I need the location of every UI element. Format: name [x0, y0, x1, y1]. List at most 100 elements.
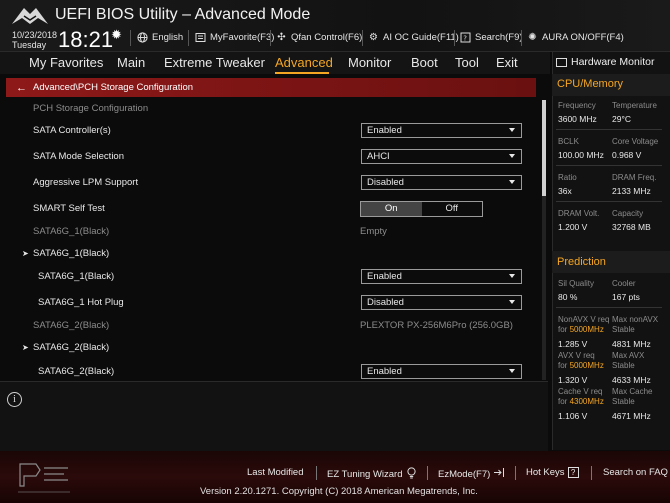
group-row-sata6g-2[interactable]: ➤ SATA6G_2(Black)	[0, 337, 540, 359]
scrollbar-thumb[interactable]	[542, 100, 546, 196]
sil-quality-label: Sil Quality	[558, 279, 595, 288]
tab-main[interactable]: Main	[117, 55, 145, 70]
last-modified-button[interactable]: Last Modified	[247, 467, 304, 478]
footer-separator	[427, 466, 428, 480]
max-nonavx-value: 4831 MHz	[612, 339, 651, 349]
site-watermark-logo	[18, 463, 70, 493]
aura-icon: ✺	[528, 31, 537, 43]
tab-my-favorites[interactable]: My Favorites	[29, 55, 103, 70]
exit-arrow-icon	[493, 467, 505, 481]
cache-req-label: Cache V req for 4300MHz	[558, 387, 604, 406]
port-label: SATA6G_1(Black)	[33, 226, 110, 237]
capacity-value: 32768 MB	[612, 222, 651, 232]
ezmode-button[interactable]: EzMode(F7)	[438, 467, 505, 481]
hot-keys-button[interactable]: Hot Keys ?	[526, 467, 579, 478]
myfavorite-button[interactable]: MyFavorite(F3)	[195, 30, 274, 44]
max-avx-label: Max AVX Stable	[612, 351, 645, 370]
setting-row-sata-mode[interactable]: SATA Mode Selection AHCI	[0, 146, 540, 168]
toggle-on-option[interactable]: On	[361, 202, 422, 216]
toolbar-separator	[521, 30, 522, 46]
tab-monitor[interactable]: Monitor	[348, 55, 391, 70]
help-key-icon: ?	[567, 467, 579, 478]
setting-row-sata-controllers[interactable]: SATA Controller(s) Enabled	[0, 120, 540, 142]
setting-row-sata6g-1-port[interactable]: SATA6G_1(Black) Enabled	[0, 266, 540, 288]
svg-text:?: ?	[463, 34, 467, 42]
ai-oc-guide-label: AI OC Guide(F11)	[383, 31, 459, 43]
rog-logo-icon	[12, 8, 48, 24]
sata-controllers-select[interactable]: Enabled	[361, 123, 522, 138]
search-on-faq-button[interactable]: Search on FAQ	[603, 467, 668, 478]
info-icon: i	[7, 392, 22, 407]
setting-row-smart-self-test[interactable]: SMART Self Test On Off	[0, 198, 540, 220]
expand-arrow-icon[interactable]: ➤	[22, 249, 29, 258]
section-title: PCH Storage Configuration	[33, 103, 149, 114]
qfan-control-button[interactable]: ✣ Qfan Control(F6)	[276, 30, 362, 44]
sata-mode-select[interactable]: AHCI	[361, 149, 522, 164]
dram-freq-label: DRAM Freq.	[612, 173, 657, 182]
dram-volt-label: DRAM Volt.	[558, 209, 600, 218]
sata6g-2-port-select[interactable]: Enabled	[361, 364, 522, 379]
tab-boot[interactable]: Boot	[411, 55, 438, 70]
tab-extreme-tweaker[interactable]: Extreme Tweaker	[164, 55, 265, 70]
setting-label: SATA6G_1(Black)	[38, 271, 115, 282]
monitor-icon	[556, 57, 567, 67]
dropdown-caret-icon	[509, 154, 515, 158]
ratio-value: 36x	[558, 186, 572, 196]
hardware-monitor-title: Hardware Monitor	[556, 56, 654, 68]
setting-row-sata6g-1-hot-plug[interactable]: SATA6G_1 Hot Plug Disabled	[0, 292, 540, 314]
group-label: SATA6G_1(Black)	[33, 248, 110, 259]
app-title: UEFI BIOS Utility – Advanced Mode	[55, 6, 311, 23]
divider	[556, 307, 662, 308]
lightbulb-icon	[406, 467, 417, 482]
temperature-value: 29°C	[612, 114, 631, 124]
divider	[556, 129, 662, 130]
qfan-control-label: Qfan Control(F6)	[291, 31, 363, 43]
dropdown-caret-icon	[509, 274, 515, 278]
toolbar-separator	[270, 30, 271, 46]
group-row-sata6g-1[interactable]: ➤ SATA6G_1(Black)	[0, 243, 540, 265]
frequency-value: 3600 MHz	[558, 114, 597, 124]
setting-row-aggressive-lpm[interactable]: Aggressive LPM Support Disabled	[0, 172, 540, 194]
breadcrumb[interactable]: ← Advanced\PCH Storage Configuration	[6, 78, 536, 97]
search-icon: ?	[460, 32, 471, 43]
group-label: SATA6G_2(Black)	[33, 342, 110, 353]
expand-arrow-icon[interactable]: ➤	[22, 343, 29, 352]
max-cache-value: 4671 MHz	[612, 411, 651, 421]
footer-separator	[591, 466, 592, 480]
smart-self-test-toggle[interactable]: On Off	[360, 201, 483, 217]
back-arrow-icon[interactable]: ←	[16, 82, 27, 94]
aura-toggle-button[interactable]: ✺ AURA ON/OFF(F4)	[527, 30, 624, 44]
core-voltage-value: 0.968 V	[612, 150, 642, 160]
setting-label: Aggressive LPM Support	[33, 177, 139, 188]
cache-req-value: 1.106 V	[558, 411, 588, 421]
fan-icon: ✣	[277, 31, 286, 43]
temperature-label: Temperature	[612, 101, 657, 110]
footer-separator	[515, 466, 516, 480]
aggressive-lpm-select[interactable]: Disabled	[361, 175, 522, 190]
setting-label: SATA6G_2(Black)	[38, 366, 115, 377]
language-button[interactable]: English	[137, 30, 183, 44]
ez-tuning-wizard-button[interactable]: EZ Tuning Wizard	[327, 467, 417, 482]
toggle-off-option[interactable]: Off	[421, 202, 482, 216]
footer-separator	[316, 466, 317, 480]
cooler-value: 167 pts	[612, 292, 640, 302]
tab-advanced[interactable]: Advanced	[275, 55, 333, 70]
language-label: English	[152, 31, 184, 43]
dram-freq-value: 2133 MHz	[612, 186, 651, 196]
sata6g-1-port-select[interactable]: Enabled	[361, 269, 522, 284]
divider	[556, 201, 662, 202]
toolbar-separator	[454, 30, 455, 46]
tab-tool[interactable]: Tool	[455, 55, 479, 70]
nonavx-req-label: NonAVX V req for 5000MHz	[558, 315, 610, 334]
breadcrumb-path: Advanced\PCH Storage Configuration	[33, 82, 194, 93]
max-nonavx-label: Max nonAVX Stable	[612, 315, 659, 334]
search-button[interactable]: ? Search(F9)	[460, 30, 523, 44]
bclk-label: BCLK	[558, 137, 579, 146]
ai-oc-guide-button[interactable]: ⚙ AI OC Guide(F11)	[368, 30, 459, 44]
sata6g-1-hot-plug-select[interactable]: Disabled	[361, 295, 522, 310]
clock-settings-gear-icon[interactable]: ✹	[111, 27, 122, 43]
tab-exit[interactable]: Exit	[496, 55, 518, 70]
max-cache-label: Max Cache Stable	[612, 387, 653, 406]
globe-icon	[137, 31, 148, 43]
setting-row-sata6g-2-port[interactable]: SATA6G_2(Black) Enabled	[0, 361, 540, 380]
